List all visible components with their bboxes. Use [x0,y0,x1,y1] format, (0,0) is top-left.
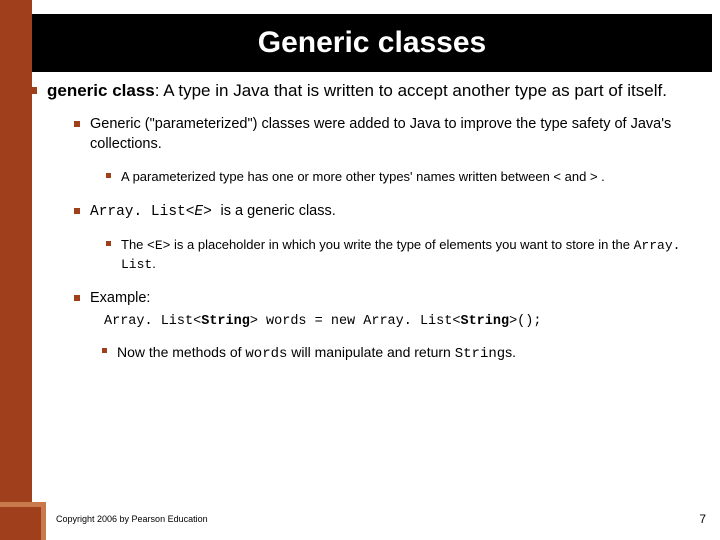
sub-item-1: Generic ("parameterized") classes were a… [74,115,702,186]
corner-decor [0,502,46,540]
subsub1-text: A parameterized type has one or more oth… [121,168,605,186]
bullet-icon [106,173,111,178]
sub1-text: Generic ("parameterized") classes were a… [90,115,702,154]
definition: : A type in Java that is written to acce… [155,81,667,100]
sub-sub-item: A parameterized type has one or more oth… [106,168,702,186]
main-text: generic class: A type in Java that is wr… [47,80,667,103]
sub-sub-item: Now the methods of words will manipulate… [102,343,702,364]
title-bar: Generic classes [32,14,712,72]
bullet-icon [30,87,37,94]
sub-item-3: Example: Array. List<String> words = new… [74,289,702,364]
sub-sub-item: The <E> is a placeholder in which you wr… [106,236,702,273]
copyright-footer: Copyright 2006 by Pearson Education [56,514,208,524]
example-label: Example: [90,289,150,309]
left-margin [0,0,32,540]
bullet-icon [74,121,80,127]
page-number: 7 [699,512,706,526]
example-code: Array. List<String> words = new Array. L… [104,313,702,331]
sub-item-2: Array. List<E> is a generic class. The <… [74,202,702,274]
main-bullet: generic class: A type in Java that is wr… [30,80,702,103]
bullet-icon [106,241,111,246]
bullet-icon [74,208,80,214]
bullet-icon [74,295,80,301]
bullet-icon [102,348,107,353]
content-area: generic class: A type in Java that is wr… [30,80,702,368]
term: generic class [47,81,155,100]
slide-title: Generic classes [258,26,487,60]
sub-list: Generic ("parameterized") classes were a… [74,115,702,364]
subsub2-text: The <E> is a placeholder in which you wr… [121,236,702,273]
sub2-text: Array. List<E> is a generic class. [90,202,336,223]
example-note: Now the methods of words will manipulate… [117,343,516,364]
